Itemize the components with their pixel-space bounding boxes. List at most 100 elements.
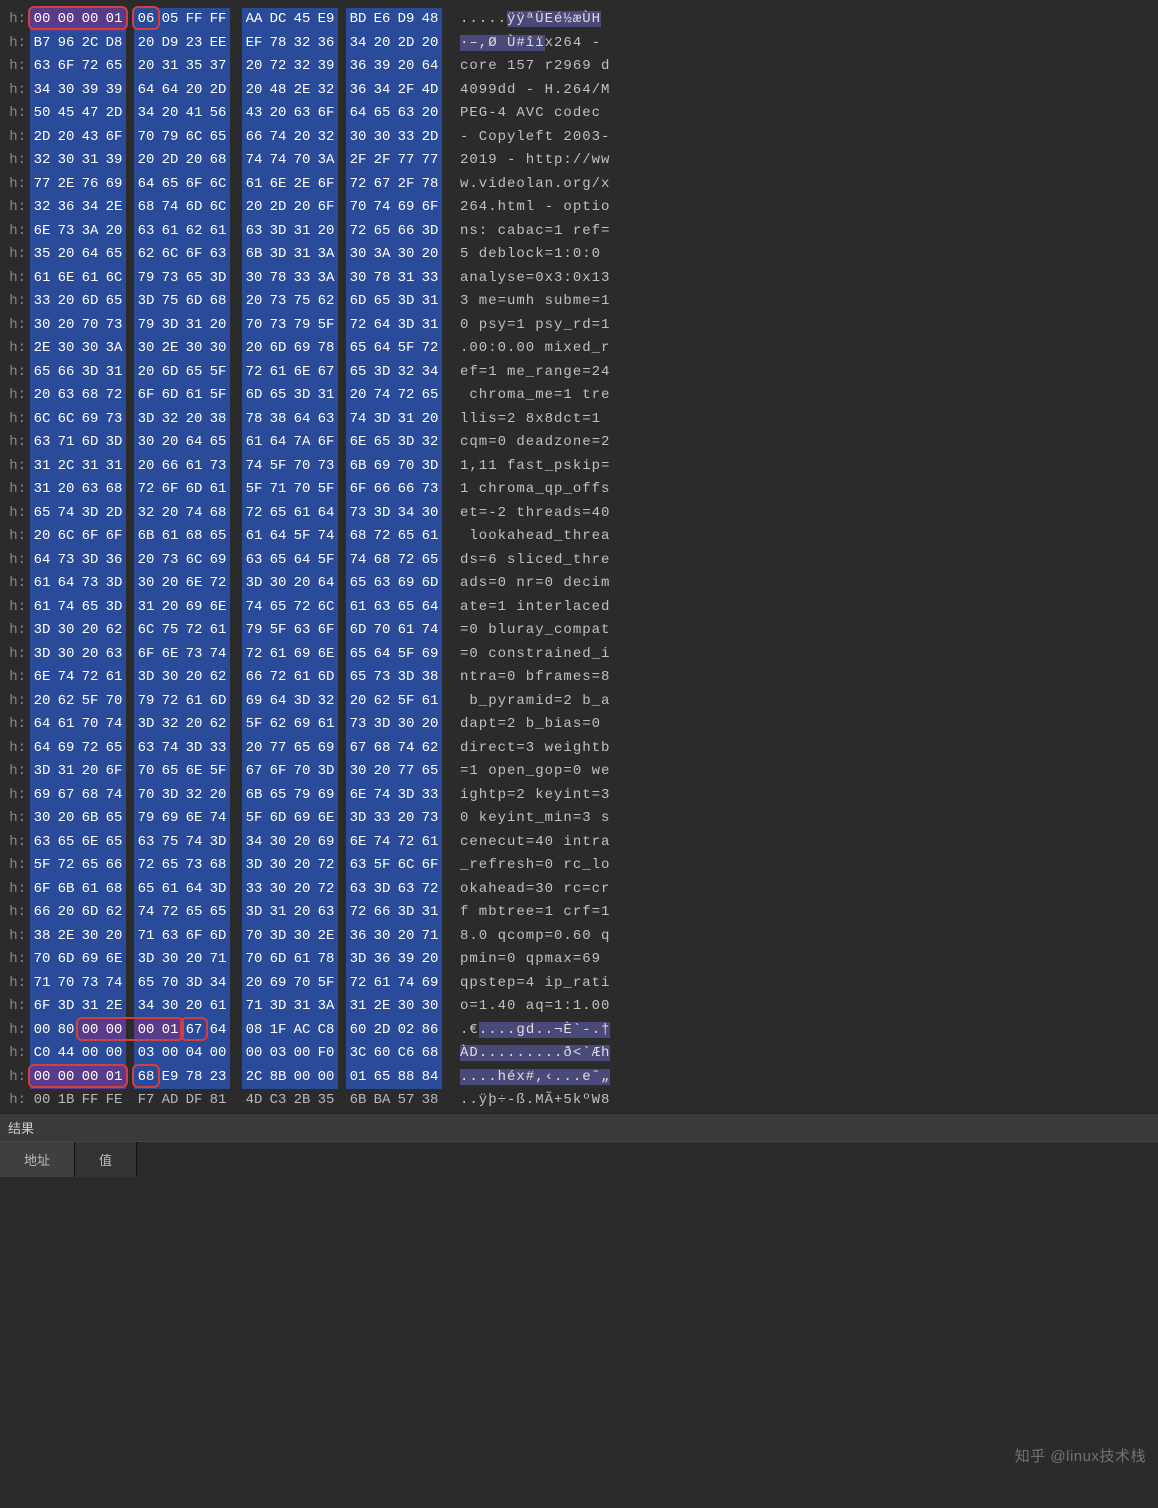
hex-byte[interactable]: 01 xyxy=(102,1066,126,1090)
hex-byte[interactable]: 61 xyxy=(30,572,54,596)
hex-byte[interactable]: 65 xyxy=(30,361,54,385)
hex-byte[interactable]: 00 xyxy=(158,1042,182,1066)
hex-byte[interactable]: 6E xyxy=(346,784,370,808)
hex-byte[interactable]: 5F xyxy=(30,854,54,878)
hex-byte[interactable]: 64 xyxy=(134,79,158,103)
hex-byte[interactable]: 31 xyxy=(314,384,338,408)
hex-byte[interactable]: 3D xyxy=(394,901,418,925)
hex-byte[interactable]: 69 xyxy=(266,972,290,996)
hex-byte[interactable]: 6E xyxy=(182,760,206,784)
hex-byte[interactable]: 64 xyxy=(266,431,290,455)
hex-byte[interactable]: 20 xyxy=(134,55,158,79)
hex-byte[interactable]: 30 xyxy=(158,995,182,1019)
hex-byte[interactable]: 70 xyxy=(290,972,314,996)
hex-byte[interactable]: 65 xyxy=(266,549,290,573)
hex-byte[interactable]: 74 xyxy=(418,619,442,643)
hex-byte[interactable]: 00 xyxy=(30,1066,54,1090)
hex-byte[interactable]: 6C xyxy=(158,243,182,267)
hex-byte[interactable]: 31 xyxy=(418,290,442,314)
hex-byte[interactable]: 3D xyxy=(266,925,290,949)
hex-byte[interactable]: 64 xyxy=(370,337,394,361)
hex-byte[interactable]: 20 xyxy=(182,408,206,432)
hex-byte[interactable]: 32 xyxy=(290,32,314,56)
hex-row[interactable]: h:6E7472613D3020626672616D65733D38ntra=0… xyxy=(0,666,1158,690)
hex-byte[interactable]: 33 xyxy=(290,267,314,291)
hex-byte[interactable]: 39 xyxy=(314,55,338,79)
hex-bytes[interactable]: 343039396464202D20482E3236342F4D xyxy=(30,79,442,103)
hex-byte[interactable]: 64 xyxy=(78,243,102,267)
hex-byte[interactable]: 5F xyxy=(314,549,338,573)
hex-byte[interactable]: 74 xyxy=(370,384,394,408)
hex-bytes[interactable]: 206C6F6F6B61686561645F7468726561 xyxy=(30,525,442,549)
hex-row[interactable]: h:3D31206F70656E5F676F703D30207765=1 ope… xyxy=(0,760,1158,784)
hex-byte[interactable]: 00 xyxy=(314,1066,338,1090)
hex-byte[interactable]: 3D xyxy=(290,690,314,714)
hex-byte[interactable]: 01 xyxy=(158,1019,182,1043)
hex-byte[interactable]: 62 xyxy=(102,901,126,925)
hex-byte[interactable]: 72 xyxy=(206,572,230,596)
ascii-text[interactable]: .00:0.00 mixed_r xyxy=(460,337,610,361)
hex-byte[interactable]: AA xyxy=(242,8,266,32)
hex-bytes[interactable]: 206368726F6D615F6D653D3120747265 xyxy=(30,384,442,408)
hex-byte[interactable]: 3D xyxy=(370,502,394,526)
hex-bytes[interactable]: 772E766964656F6C616E2E6F72672F78 xyxy=(30,173,442,197)
hex-byte[interactable]: 74 xyxy=(158,196,182,220)
ascii-text[interactable]: 0 keyint_min=3 s xyxy=(460,807,610,831)
hex-byte[interactable]: 73 xyxy=(346,502,370,526)
hex-byte[interactable]: 66 xyxy=(394,220,418,244)
hex-byte[interactable]: 64 xyxy=(206,1019,230,1043)
hex-byte[interactable]: 77 xyxy=(266,737,290,761)
hex-byte[interactable]: 20 xyxy=(290,572,314,596)
hex-byte[interactable]: 65 xyxy=(134,972,158,996)
hex-byte[interactable]: 32 xyxy=(314,690,338,714)
hex-byte[interactable]: D9 xyxy=(158,32,182,56)
hex-byte[interactable]: 63 xyxy=(242,549,266,573)
hex-bytes[interactable]: 65743D2D3220746872656164733D3430 xyxy=(30,502,442,526)
hex-byte[interactable]: FF xyxy=(78,1089,102,1113)
hex-byte[interactable]: 37 xyxy=(206,55,230,79)
hex-byte[interactable]: 61 xyxy=(290,502,314,526)
hex-byte[interactable]: 32 xyxy=(30,196,54,220)
hex-byte[interactable]: 3D xyxy=(102,572,126,596)
hex-byte[interactable]: 00 xyxy=(54,1066,78,1090)
hex-byte[interactable]: 79 xyxy=(242,619,266,643)
hex-row[interactable]: h:6F6B61686561643D33302072633D6372okahea… xyxy=(0,878,1158,902)
hex-byte[interactable]: C3 xyxy=(266,1089,290,1113)
hex-byte[interactable]: 72 xyxy=(158,901,182,925)
hex-row[interactable]: h:63716D3D3020646561647A6F6E653D32cqm=0 … xyxy=(0,431,1158,455)
hex-bytes[interactable]: 5045472D342041564320636F64656320 xyxy=(30,102,442,126)
hex-byte[interactable]: 79 xyxy=(290,314,314,338)
hex-byte[interactable]: 3D xyxy=(266,243,290,267)
hex-bytes[interactable]: 7170737465703D342069705F72617469 xyxy=(30,972,442,996)
hex-byte[interactable]: 3D xyxy=(370,361,394,385)
hex-byte[interactable]: 65 xyxy=(346,643,370,667)
hex-byte[interactable]: 81 xyxy=(206,1089,230,1113)
hex-row[interactable]: h:6469726563743D332077656967687462direct… xyxy=(0,737,1158,761)
ascii-text[interactable]: qpstep=4 ip_rati xyxy=(460,972,610,996)
hex-byte[interactable]: 68 xyxy=(206,502,230,526)
hex-byte[interactable]: 5F xyxy=(290,525,314,549)
hex-byte[interactable]: 20 xyxy=(290,854,314,878)
hex-byte[interactable]: 30 xyxy=(346,760,370,784)
hex-byte[interactable]: 08 xyxy=(242,1019,266,1043)
hex-byte[interactable]: 72 xyxy=(158,690,182,714)
hex-row[interactable]: h:30207073793D31207073795F72643D310 psy=… xyxy=(0,314,1158,338)
hex-byte[interactable]: 5F xyxy=(370,854,394,878)
hex-byte[interactable]: 61 xyxy=(266,643,290,667)
ascii-text[interactable]: ÀD.........ð<`Æh xyxy=(460,1042,610,1066)
hex-byte[interactable]: 65 xyxy=(346,361,370,385)
ascii-text[interactable]: 8.0 qcomp=0.60 q xyxy=(460,925,610,949)
hex-byte[interactable]: 70 xyxy=(290,455,314,479)
hex-byte[interactable]: 63 xyxy=(314,408,338,432)
hex-byte[interactable]: 20 xyxy=(182,948,206,972)
hex-bytes[interactable]: 6F6B61686561643D33302072633D6372 xyxy=(30,878,442,902)
hex-bytes[interactable]: 6164733D30206E723D3020646563696D xyxy=(30,572,442,596)
hex-byte[interactable]: 73 xyxy=(78,572,102,596)
hex-byte[interactable]: 74 xyxy=(242,149,266,173)
hex-byte[interactable]: 63 xyxy=(394,102,418,126)
hex-byte[interactable]: 67 xyxy=(346,737,370,761)
hex-byte[interactable]: 3D xyxy=(370,713,394,737)
hex-byte[interactable]: 20 xyxy=(418,243,442,267)
hex-byte[interactable]: 70 xyxy=(394,455,418,479)
hex-byte[interactable]: 31 xyxy=(394,408,418,432)
